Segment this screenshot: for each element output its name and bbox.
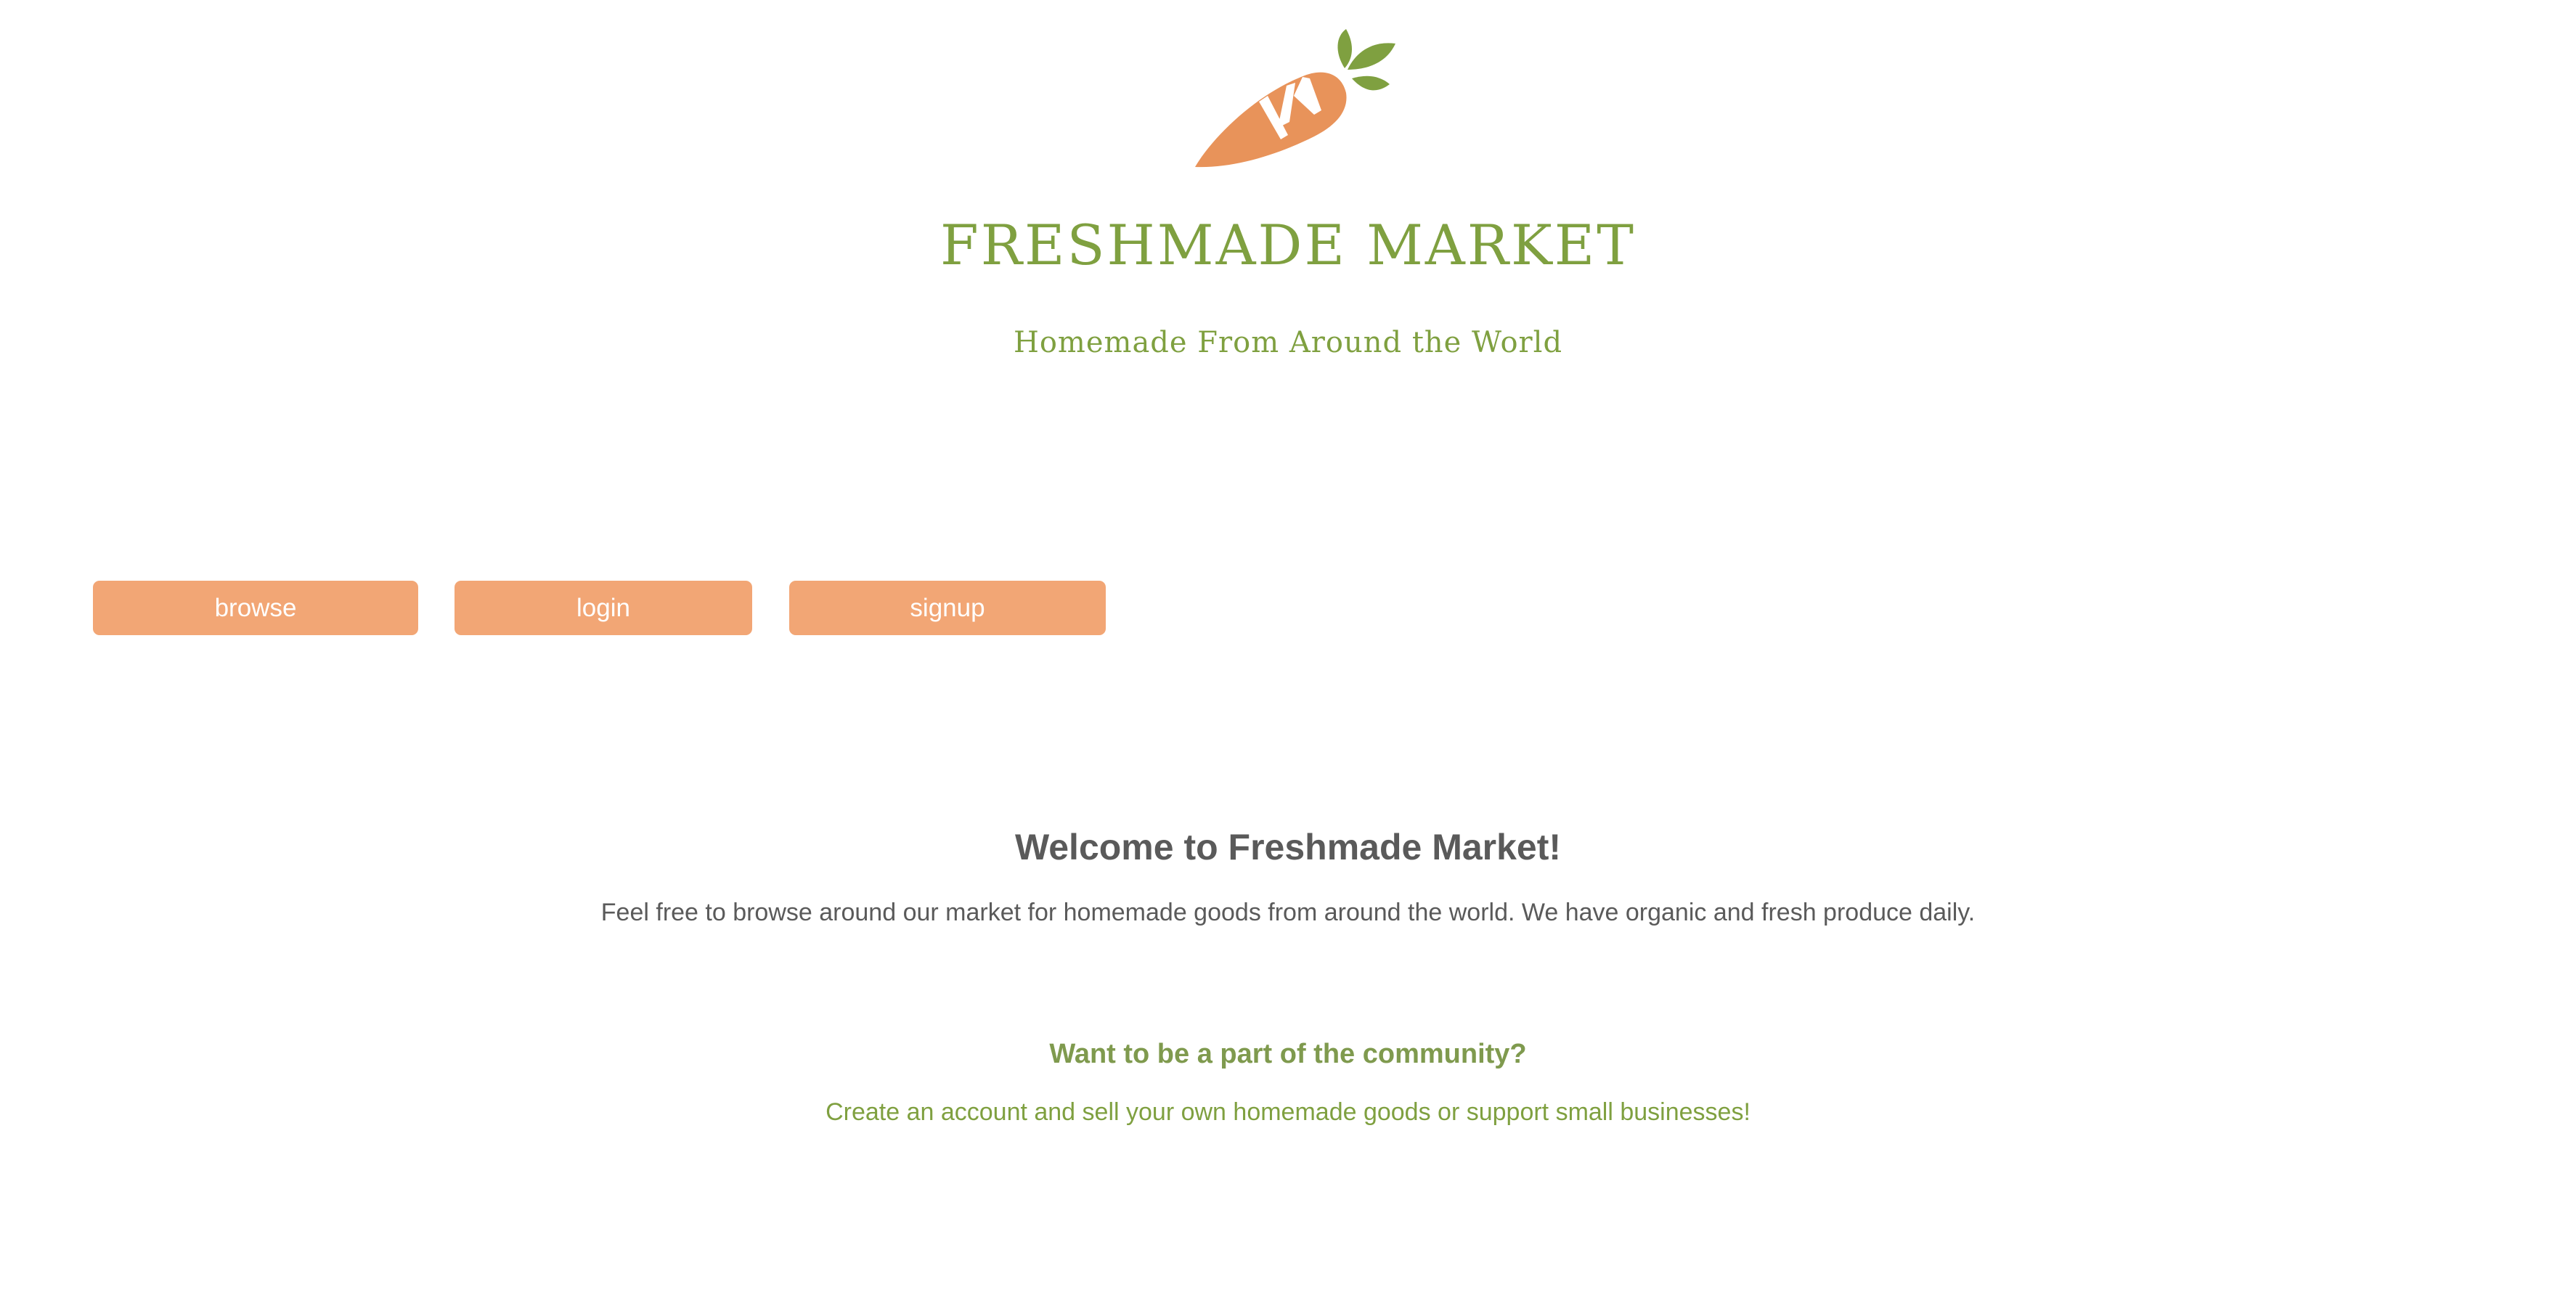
carrot-icon bbox=[1192, 26, 1403, 171]
welcome-heading: Welcome to Freshmade Market! bbox=[1014, 827, 1562, 867]
site-subtitle: Homemade From Around the World bbox=[1013, 326, 1563, 359]
welcome-text: Feel free to browse around our market fo… bbox=[600, 899, 1976, 926]
login-button[interactable]: login bbox=[455, 581, 752, 635]
site-title: FRESHMADE MARKET bbox=[940, 213, 1636, 277]
browse-button[interactable]: browse bbox=[93, 581, 418, 635]
community-heading: Want to be a part of the community? bbox=[1049, 1039, 1527, 1069]
community-text: Create an account and sell your own home… bbox=[826, 1098, 1750, 1126]
signup-button[interactable]: signup bbox=[789, 581, 1106, 635]
